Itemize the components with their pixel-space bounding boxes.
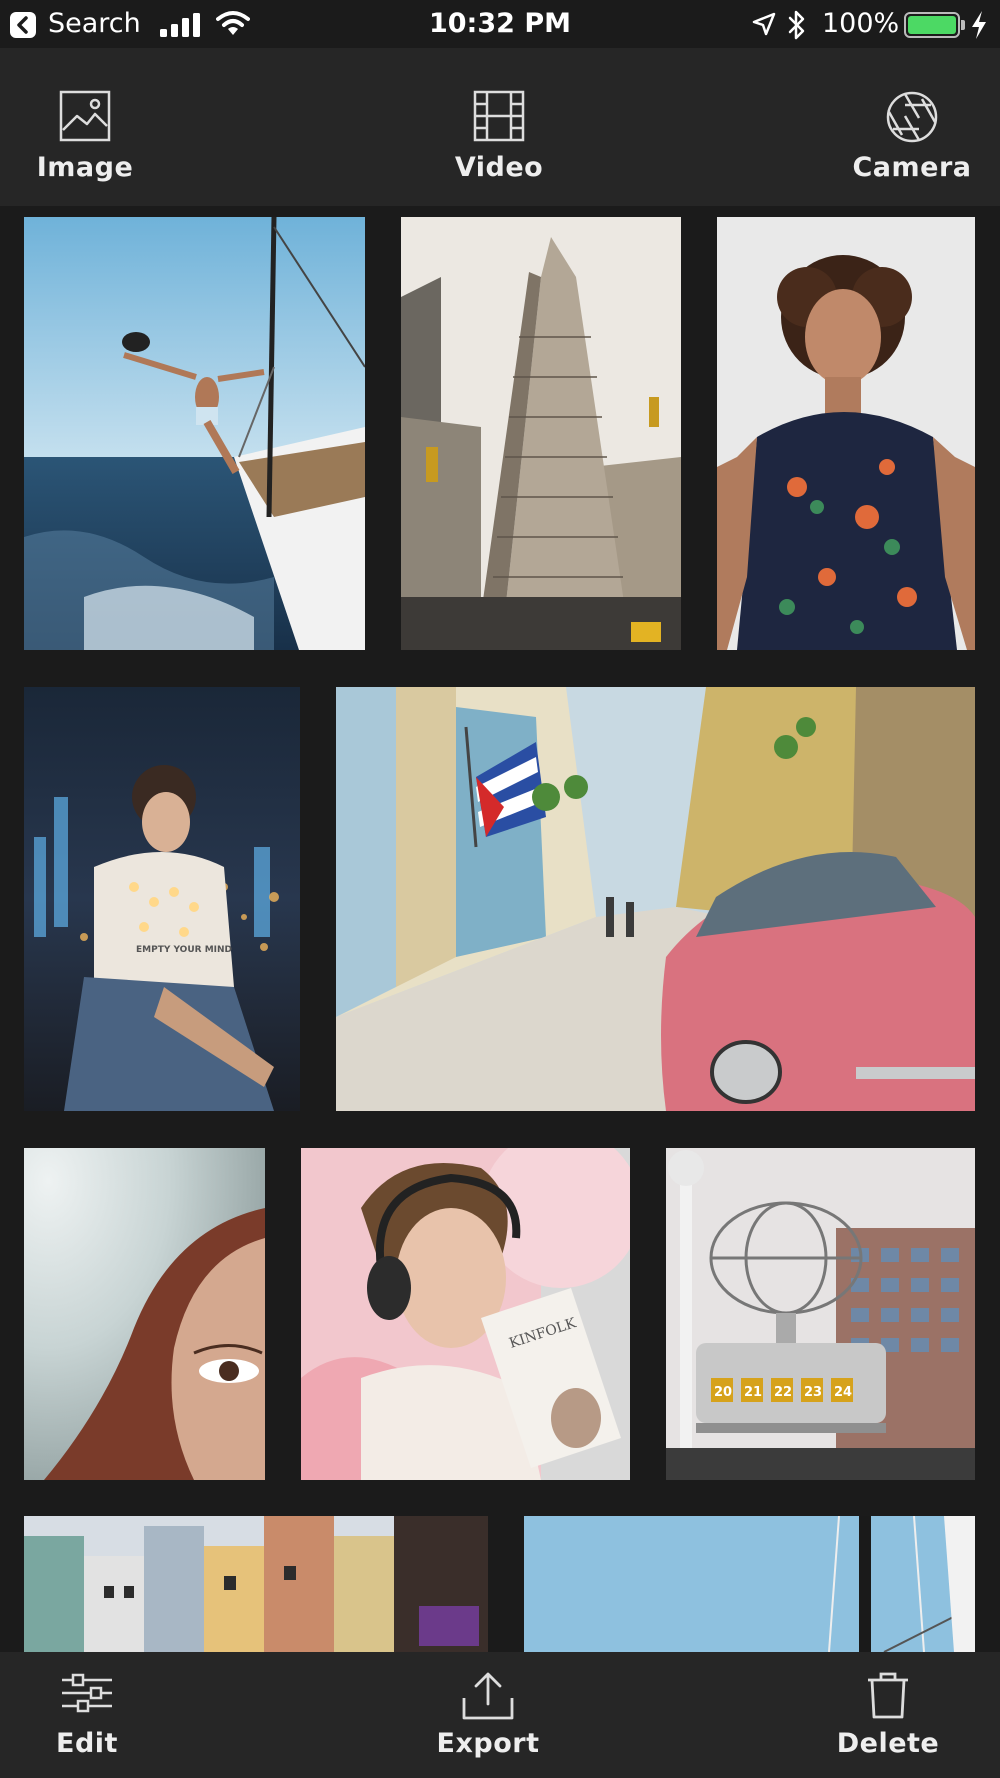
top-toolbar: Image Video Camera (0, 48, 1000, 206)
camera-tab-label: Camera (852, 152, 972, 183)
clock-number: 24 (834, 1385, 852, 1400)
export-button-label: Export (436, 1728, 540, 1759)
photo-flatiron-building[interactable] (401, 217, 681, 650)
edit-button[interactable]: Edit (0, 1652, 177, 1778)
battery-percent: 100% (822, 8, 900, 39)
bluetooth-icon (788, 10, 805, 40)
camera-aperture-icon (886, 91, 938, 143)
battery-tip (961, 20, 965, 30)
photo-colorful-street[interactable] (24, 1516, 488, 1652)
photo-headphones-woman[interactable]: KINFOLK (301, 1148, 630, 1480)
photo-shirt-text: EMPTY YOUR MIND (136, 945, 232, 955)
image-icon (59, 90, 111, 142)
image-tab-label: Image (36, 152, 134, 183)
photo-fairy-lights-woman[interactable]: EMPTY YOUR MIND (24, 687, 300, 1111)
edit-button-label: Edit (56, 1728, 118, 1759)
export-button[interactable]: Export (398, 1652, 578, 1778)
battery-icon (904, 12, 960, 38)
clock-number: 20 (714, 1385, 732, 1400)
video-icon (473, 90, 525, 142)
charging-icon (972, 11, 986, 39)
photo-world-clock[interactable]: 20 21 22 23 24 (666, 1148, 975, 1480)
status-bar: Search 10:32 PM 100% (0, 0, 1000, 48)
photo-havana-street[interactable] (336, 687, 975, 1111)
sliders-icon (62, 1673, 112, 1713)
video-tab-label: Video (454, 152, 544, 183)
video-tab[interactable]: Video (409, 48, 589, 206)
clock-number: 21 (744, 1385, 762, 1400)
camera-tab[interactable]: Camera (822, 48, 1000, 206)
trash-icon (868, 1672, 908, 1719)
clock-number: 22 (774, 1385, 792, 1400)
battery-fill (908, 16, 956, 34)
image-tab[interactable]: Image (0, 48, 175, 206)
clock-number: 23 (804, 1385, 822, 1400)
photo-blurred-face[interactable] (24, 1148, 265, 1480)
location-icon (752, 12, 776, 36)
share-icon (462, 1672, 514, 1720)
delete-button-label: Delete (836, 1728, 940, 1759)
photo-sailboat-jump[interactable] (24, 217, 365, 650)
photo-curly-hair-woman[interactable] (717, 217, 975, 650)
photo-sailboat-mast[interactable] (524, 1516, 975, 1652)
bottom-toolbar: Edit Export Delete (0, 1652, 1000, 1778)
delete-button[interactable]: Delete (798, 1652, 978, 1778)
